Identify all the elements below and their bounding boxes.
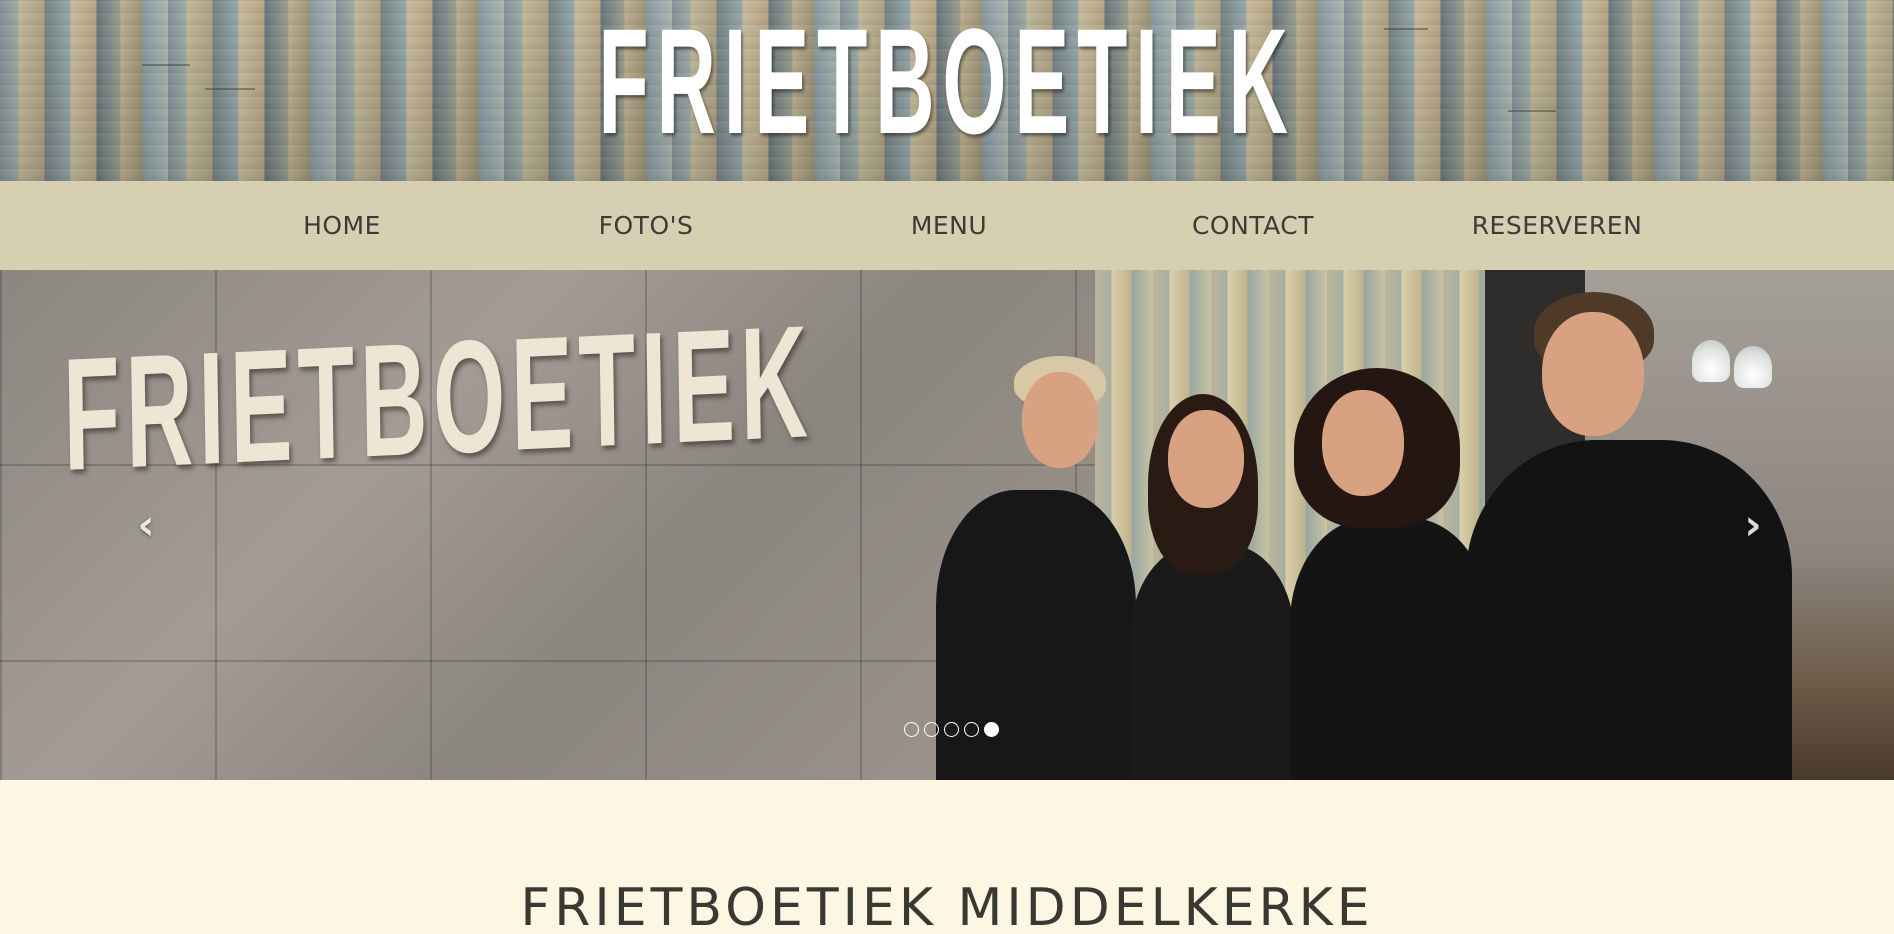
site-logo[interactable]: FRIETBOETIEK [426, 6, 1468, 156]
carousel-indicator-dot[interactable] [964, 722, 979, 737]
nav-item-contact[interactable]: CONTACT [1123, 181, 1383, 270]
carousel-indicator-dot[interactable] [984, 722, 999, 737]
plank-joint [1508, 110, 1556, 112]
wall-sign: FRIETBOETIEK [61, 291, 815, 504]
carousel-indicator-dot[interactable] [944, 722, 959, 737]
nav-item-menu[interactable]: MENU [819, 181, 1079, 270]
carousel-prev-button[interactable]: ‹ [126, 502, 166, 548]
nav-item-home[interactable]: HOME [212, 181, 472, 270]
person-4-face [1542, 312, 1644, 436]
carousel-indicators [904, 722, 999, 738]
person-2-face [1168, 410, 1244, 508]
plank-joint [142, 64, 190, 66]
chevron-left-icon: ‹ [137, 500, 155, 549]
person-1-face [1022, 372, 1098, 468]
page-title: FRIETBOETIEK MIDDELKERKE [520, 878, 1374, 934]
carousel-next-button[interactable]: › [1733, 502, 1773, 548]
carousel-indicator-dot[interactable] [924, 722, 939, 737]
chevron-right-icon: › [1744, 500, 1762, 549]
nav-item-reserveren[interactable]: RESERVEREN [1427, 181, 1687, 270]
pendant-lamp [1692, 340, 1730, 382]
site-header: FRIETBOETIEK [0, 0, 1894, 181]
nav-item-fotos[interactable]: FOTO'S [516, 181, 776, 270]
person-3-face [1322, 390, 1404, 496]
person-2 [1130, 545, 1295, 780]
pendant-lamp [1734, 346, 1772, 388]
image-carousel: FRIETBOETIEK ‹ › [0, 270, 1894, 780]
person-4 [1466, 440, 1792, 780]
main-navigation: HOME FOTO'S MENU CONTACT RESERVEREN [0, 181, 1894, 270]
carousel-indicator-dot[interactable] [904, 722, 919, 737]
main-content: FRIETBOETIEK MIDDELKERKE [0, 780, 1894, 934]
plank-joint [205, 88, 255, 90]
person-3 [1290, 518, 1490, 780]
